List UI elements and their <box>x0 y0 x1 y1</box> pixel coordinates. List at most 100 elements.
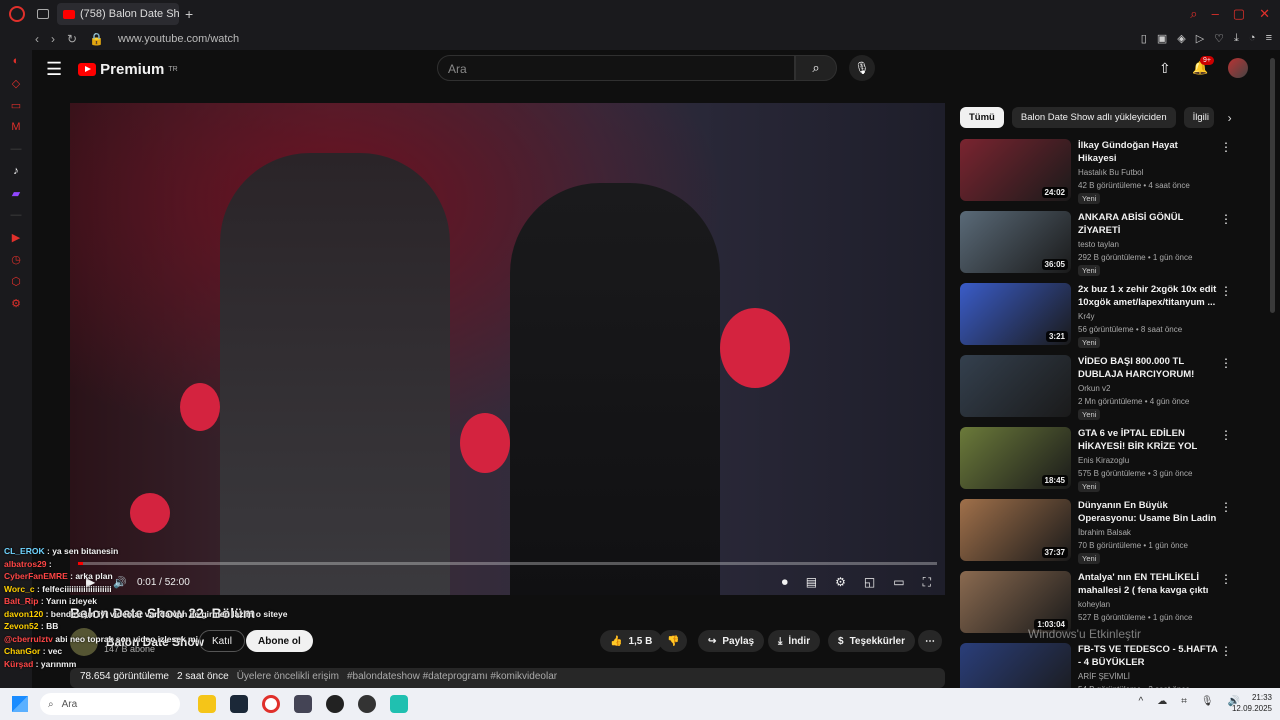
network-icon[interactable]: ⌗ <box>1181 696 1187 707</box>
recommended-video[interactable]: 18:45 GTA 6 ve İPTAL EDİLEN HİKAYESİ! BİR… <box>960 427 1260 492</box>
thanks-button[interactable]: $ Teşekkürler <box>828 630 915 652</box>
opera-taskbar-icon[interactable] <box>262 695 280 713</box>
settings-gear-icon[interactable]: ⚙ <box>835 575 846 590</box>
heart-icon[interactable]: ♡ <box>1214 32 1224 45</box>
subtitles-icon[interactable]: ▤ <box>806 575 817 590</box>
more-vertical-icon[interactable]: ⋮ <box>1220 140 1232 154</box>
sidebar-messenger-icon[interactable]: ▭ <box>9 98 23 112</box>
search-input[interactable]: Ara <box>437 55 795 81</box>
video-thumbnail[interactable]: 3:21 <box>960 283 1071 345</box>
system-clock[interactable]: 21:33 12.09.2025 <box>1232 692 1272 714</box>
sidebar-extensions-icon[interactable]: ⬡ <box>9 274 23 288</box>
back-icon[interactable]: ‹ <box>35 32 39 46</box>
file-explorer-icon[interactable] <box>198 695 216 713</box>
description-box[interactable]: 78.654 görüntüleme 2 saat önce Üyelere ö… <box>70 668 945 688</box>
recommended-channel[interactable]: Enis Kirazoglu <box>1078 456 1129 465</box>
create-upload-icon[interactable]: ⇧ <box>1159 60 1171 77</box>
browser-tab[interactable]: (758) Balon Date Show 22 <box>57 3 179 25</box>
snapshot-icon[interactable]: ▣ <box>1157 32 1167 45</box>
recommended-video[interactable]: 36:05 ANKARA ABİSİ GÖNÜL ZİYARETİ testo ta… <box>960 211 1260 276</box>
chip-from-uploader[interactable]: Balon Date Show adlı yükleyiciden <box>1011 107 1176 128</box>
fullscreen-icon[interactable]: ⛶ <box>923 575 931 590</box>
menu-icon[interactable]: ≡ <box>1266 32 1272 45</box>
recommended-video[interactable]: 37:37 Dünyanın En Büyük Operasyonu: Usame… <box>960 499 1260 564</box>
windows-start-icon[interactable] <box>12 696 28 712</box>
autoplay-toggle-icon[interactable]: ⏺ <box>782 575 788 590</box>
recommended-title[interactable]: FB-TS VE TEDESCO - 5.HAFTA - 4 BÜYÜKLER <box>1078 643 1218 669</box>
more-actions-button[interactable]: ⋯ <box>918 630 942 652</box>
more-vertical-icon[interactable]: ⋮ <box>1220 212 1232 226</box>
forward-icon[interactable]: › <box>51 32 55 46</box>
recommended-title[interactable]: Antalya' nın EN TEHLİKELİ mahallesi 2 ( … <box>1078 571 1218 598</box>
video-thumbnail[interactable]: 37:37 <box>960 499 1071 561</box>
taskbar-search[interactable]: ⌕ Ara <box>40 693 180 715</box>
recommended-title[interactable]: VİDEO BAŞI 800.000 TL DUBLAJA HARCIYORUM… <box>1078 355 1218 382</box>
recommended-channel[interactable]: Hastalık Bu Futbol <box>1078 168 1143 177</box>
recommended-title[interactable]: ANKARA ABİSİ GÖNÜL ZİYARETİ <box>1078 211 1218 237</box>
recommended-title[interactable]: 2x buz 1 x zehir 2xgök 10x edit 10xgök a… <box>1078 283 1218 309</box>
search-button[interactable]: ⌕ <box>795 55 837 81</box>
account-avatar[interactable] <box>1228 58 1248 78</box>
app-icon[interactable] <box>358 695 376 713</box>
recommended-channel[interactable]: İbrahim Balsak <box>1078 528 1131 537</box>
opera-logo-icon[interactable] <box>9 6 25 22</box>
more-vertical-icon[interactable]: ⋮ <box>1220 644 1232 658</box>
minimize-icon[interactable]: – <box>1212 6 1219 22</box>
more-vertical-icon[interactable]: ⋮ <box>1220 572 1232 586</box>
media-player-icon[interactable] <box>326 695 344 713</box>
video-player[interactable]: ▶ 🔊 0:01 / 52:00 ⏺ ▤ ⚙ ◱ ▭ ⛶ <box>70 103 945 595</box>
bookmark-icon[interactable]: ▯ <box>1141 32 1147 45</box>
maximize-icon[interactable]: ▢ <box>1233 6 1245 22</box>
download-button[interactable]: ⤓ İndir <box>768 630 821 652</box>
profile-icon[interactable]: ◔ <box>1249 32 1256 45</box>
more-vertical-icon[interactable]: ⋮ <box>1220 428 1232 442</box>
sidebar-history-icon[interactable]: ◷ <box>9 252 23 266</box>
recommended-channel[interactable]: Orkun v2 <box>1078 384 1110 393</box>
hamburger-menu-icon[interactable]: ☰ <box>46 59 62 80</box>
more-vertical-icon[interactable]: ⋮ <box>1220 284 1232 298</box>
mic-tray-icon[interactable]: 🎙 <box>1201 696 1214 707</box>
recommended-title[interactable]: Dünyanın En Büyük Operasyonu: Usame Bin … <box>1078 499 1218 526</box>
more-vertical-icon[interactable]: ⋮ <box>1220 500 1232 514</box>
video-thumbnail[interactable]: 1:03:04 <box>960 571 1071 633</box>
sidebar-tiktok-icon[interactable]: ♪ <box>9 164 23 178</box>
video-thumbnail[interactable]: 18:45 <box>960 427 1071 489</box>
url-field[interactable]: www.youtube.com/watch <box>118 33 239 45</box>
sidebar-twitch-icon[interactable]: ▰ <box>9 186 23 200</box>
sidebar-crypto-icon[interactable]: ◇ <box>9 76 23 90</box>
recommended-video[interactable]: 3:21 2x buz 1 x zehir 2xgök 10x edit 10xg… <box>960 283 1260 348</box>
steam-icon[interactable] <box>230 695 248 713</box>
youtube-premium-logo[interactable]: Premium TR <box>78 61 178 78</box>
video-thumbnail[interactable]: 36:05 <box>960 211 1071 273</box>
miniplayer-icon[interactable]: ◱ <box>864 575 875 590</box>
video-thumbnail[interactable] <box>960 355 1071 417</box>
more-vertical-icon[interactable]: ⋮ <box>1220 356 1232 370</box>
scrollbar[interactable] <box>1270 58 1275 313</box>
search-tabs-icon[interactable]: ⌕ <box>1190 6 1197 22</box>
recommended-title[interactable]: İlkay Gündoğan Hayat Hikayesi <box>1078 139 1218 165</box>
video-thumbnail[interactable]: 24:02 <box>960 139 1071 201</box>
chip-related[interactable]: İlgili <box>1183 107 1214 128</box>
recommended-channel[interactable]: ARİF ŞEVİMLİ <box>1078 672 1130 681</box>
chip-all[interactable]: Tümü <box>960 107 1004 128</box>
app-icon[interactable] <box>294 695 312 713</box>
new-tab-icon[interactable]: + <box>185 6 193 22</box>
share-button[interactable]: ↪ Paylaş <box>698 630 765 652</box>
player-icon[interactable]: ▷ <box>1196 32 1204 45</box>
reload-icon[interactable]: ↻ <box>67 32 77 46</box>
sidebar-aria-icon[interactable]: ◐ <box>9 54 23 68</box>
tray-chevron-icon[interactable]: ^ <box>1139 696 1144 707</box>
voice-search-button[interactable]: 🎙 <box>849 55 875 81</box>
vpn-icon[interactable]: ◈ <box>1177 32 1185 45</box>
download-icon[interactable]: ⤓ <box>1234 32 1239 45</box>
sidebar-gmail-icon[interactable]: M <box>9 120 23 134</box>
recommended-channel[interactable]: Kr4y <box>1078 312 1094 321</box>
like-button[interactable]: 👍 1,5 B <box>600 630 663 652</box>
recommended-channel[interactable]: koheylan <box>1078 600 1110 609</box>
recommended-channel[interactable]: testo taylan <box>1078 240 1119 249</box>
recommended-video[interactable]: 24:02 İlkay Gündoğan Hayat Hikayesi Hastal… <box>960 139 1260 204</box>
sidebar-player-icon[interactable]: ▶ <box>9 230 23 244</box>
chevron-right-icon[interactable]: › <box>1228 111 1232 125</box>
hashtags[interactable]: #balondateshow #dateprogramı #komikvideo… <box>347 671 557 685</box>
tabs-icon[interactable] <box>37 9 49 19</box>
